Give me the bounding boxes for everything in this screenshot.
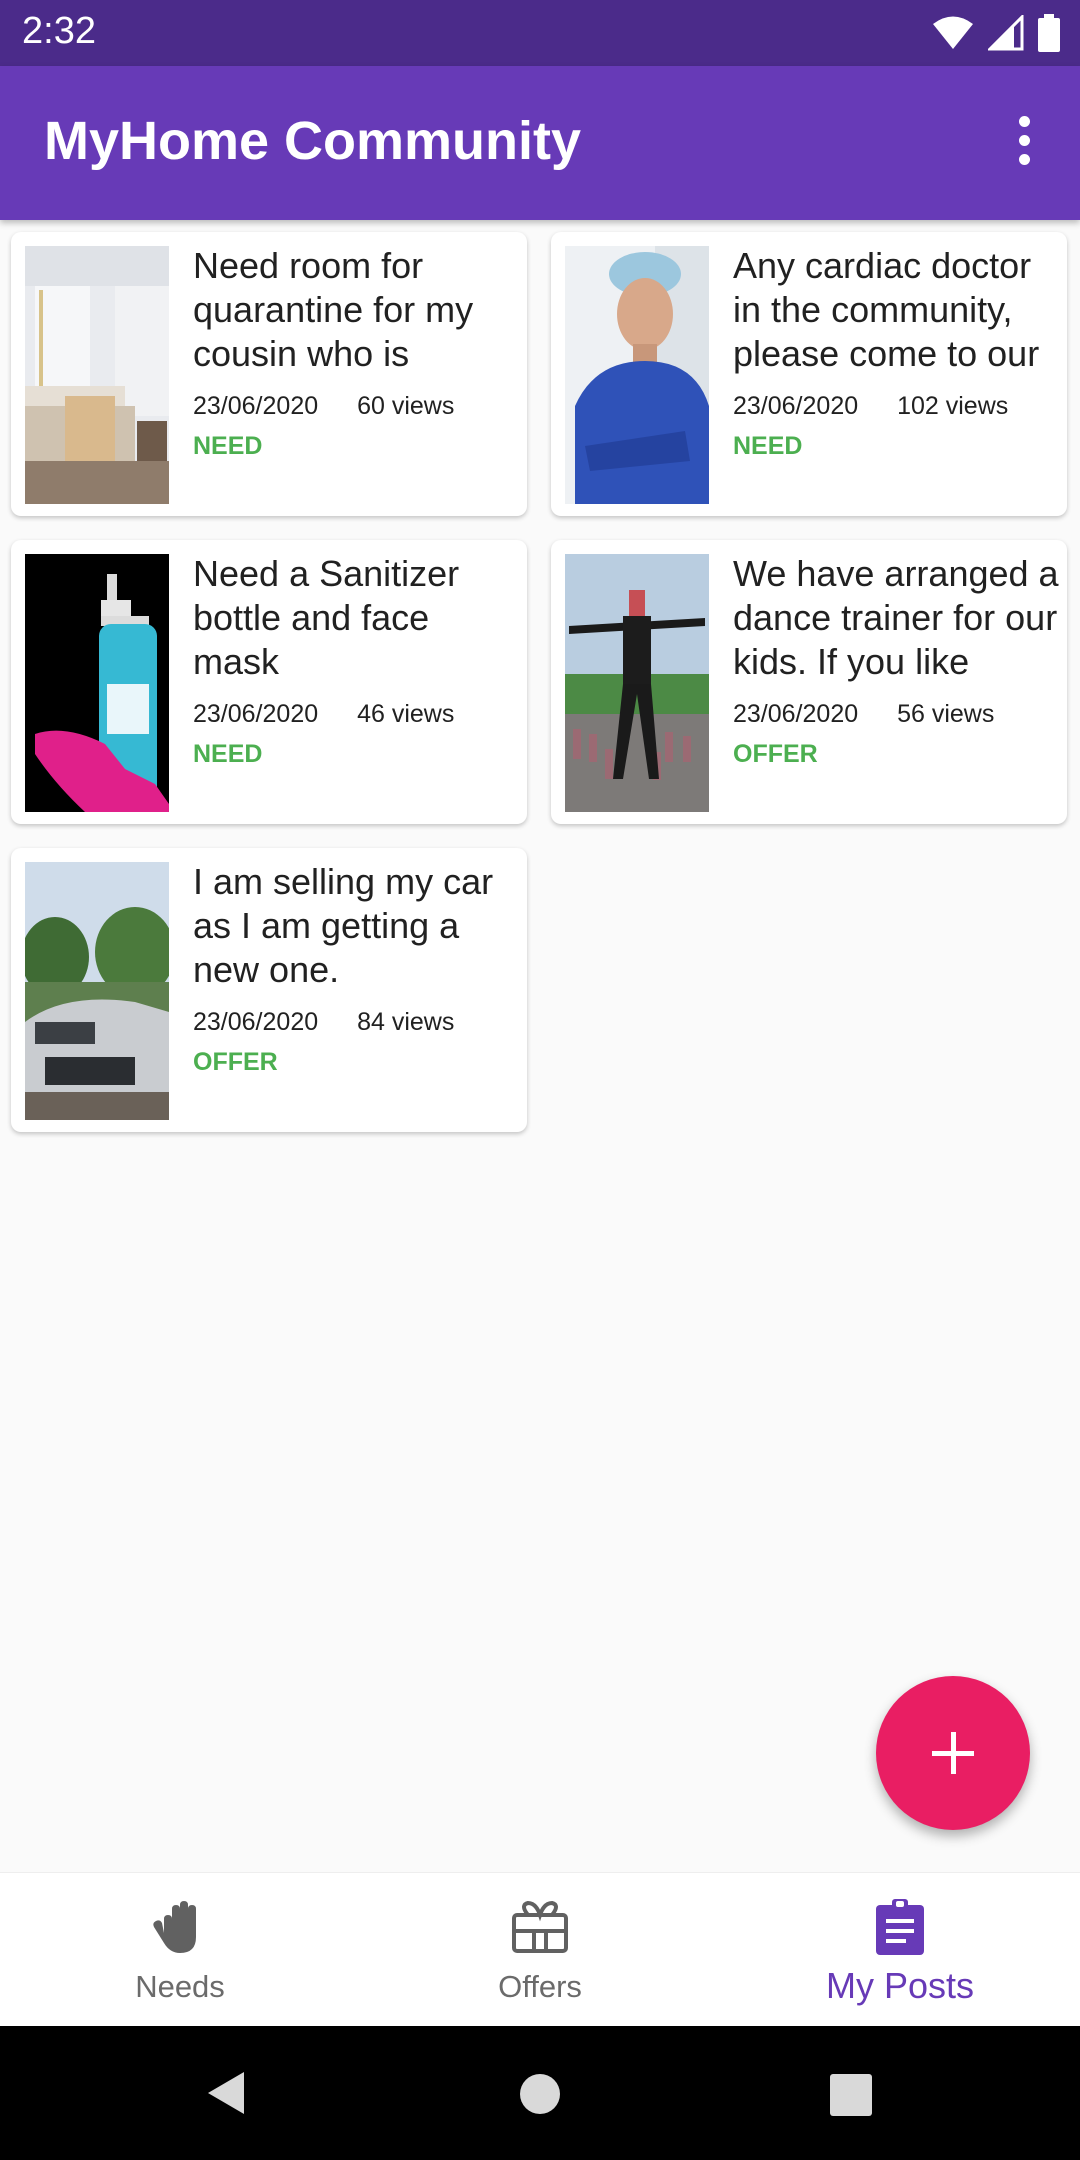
status-time: 2:32: [22, 10, 96, 52]
post-card[interactable]: Any cardiac doctor in the community, ple…: [551, 232, 1067, 516]
status-icons: [932, 12, 1060, 54]
post-title: I am selling my car as I am getting a ne…: [193, 861, 494, 990]
recents-icon[interactable]: [830, 2074, 872, 2116]
post-tag: OFFER: [193, 1048, 278, 1076]
post-thumbnail-doctor: [565, 246, 709, 504]
post-meta: 23/06/2020 102 views: [733, 392, 1008, 421]
post-date: 23/06/2020: [733, 700, 859, 728]
more-vert-icon: [1018, 116, 1030, 127]
post-tag: NEED: [193, 432, 263, 460]
clipboard-icon: [876, 1899, 924, 1955]
post-card[interactable]: Need a Sanitizer bottle and face mask 23…: [11, 540, 527, 824]
post-meta: 23/06/2020 56 views: [733, 700, 994, 729]
post-views: 56 views: [897, 700, 995, 728]
battery-icon: [1038, 14, 1060, 52]
hand-icon: [153, 1901, 196, 1953]
nav-label-my-posts: My Posts: [825, 1965, 975, 2006]
post-views: 84 views: [357, 1008, 455, 1036]
nav-item-needs[interactable]: Needs: [0, 1873, 360, 2027]
post-card[interactable]: I am selling my car as I am getting a ne…: [11, 848, 527, 1132]
post-date: 23/06/2020: [193, 392, 319, 420]
status-bar: 2:32: [0, 0, 1080, 66]
overflow-menu-button[interactable]: [1012, 116, 1036, 166]
app-title: MyHome Community: [44, 111, 582, 171]
post-tag: NEED: [193, 740, 263, 768]
post-title: Any cardiac doctor in the community, ple…: [733, 245, 1040, 374]
nav-label-needs: Needs: [135, 1969, 225, 2004]
post-meta: 23/06/2020 60 views: [193, 392, 454, 421]
back-icon[interactable]: [204, 2070, 248, 2116]
post-title: Need room for quarantine for my cousin w…: [193, 245, 474, 374]
post-date: 23/06/2020: [193, 700, 319, 728]
post-tag: NEED: [733, 432, 803, 460]
post-views: 60 views: [357, 392, 455, 420]
app-bar: MyHome Community: [0, 66, 1080, 220]
post-date: 23/06/2020: [193, 1008, 319, 1036]
post-title: Need a Sanitizer bottle and face mask: [193, 553, 460, 682]
post-meta: 23/06/2020 84 views: [193, 1008, 454, 1037]
nav-item-offers[interactable]: Offers: [360, 1873, 720, 2027]
add-post-button[interactable]: [876, 1676, 1030, 1830]
post-date: 23/06/2020: [733, 392, 859, 420]
post-thumbnail-bedroom: [25, 246, 169, 504]
post-tag: OFFER: [733, 740, 818, 768]
post-views: 46 views: [357, 700, 455, 728]
home-icon[interactable]: [518, 2072, 562, 2116]
post-thumbnail-sanitizer: [25, 554, 169, 812]
post-views: 102 views: [897, 392, 1009, 420]
system-navigation-bar: [0, 2026, 1080, 2160]
nav-item-my-posts[interactable]: My Posts: [720, 1873, 1080, 2027]
cellular-signal-icon: [988, 15, 1024, 51]
wifi-icon: [933, 16, 973, 49]
post-thumbnail-dance: [565, 554, 709, 812]
post-card[interactable]: We have arranged a dance trainer for our…: [551, 540, 1067, 824]
nav-label-offers: Offers: [498, 1969, 582, 2004]
gift-icon: [512, 1900, 568, 1953]
post-title: We have arranged a dance trainer for our…: [733, 553, 1059, 682]
post-meta: 23/06/2020 46 views: [193, 700, 454, 729]
bottom-navigation: Needs Offers My Posts: [0, 1872, 1080, 2027]
post-card[interactable]: Need room for quarantine for my cousin w…: [11, 232, 527, 516]
post-thumbnail-car: [25, 862, 169, 1120]
